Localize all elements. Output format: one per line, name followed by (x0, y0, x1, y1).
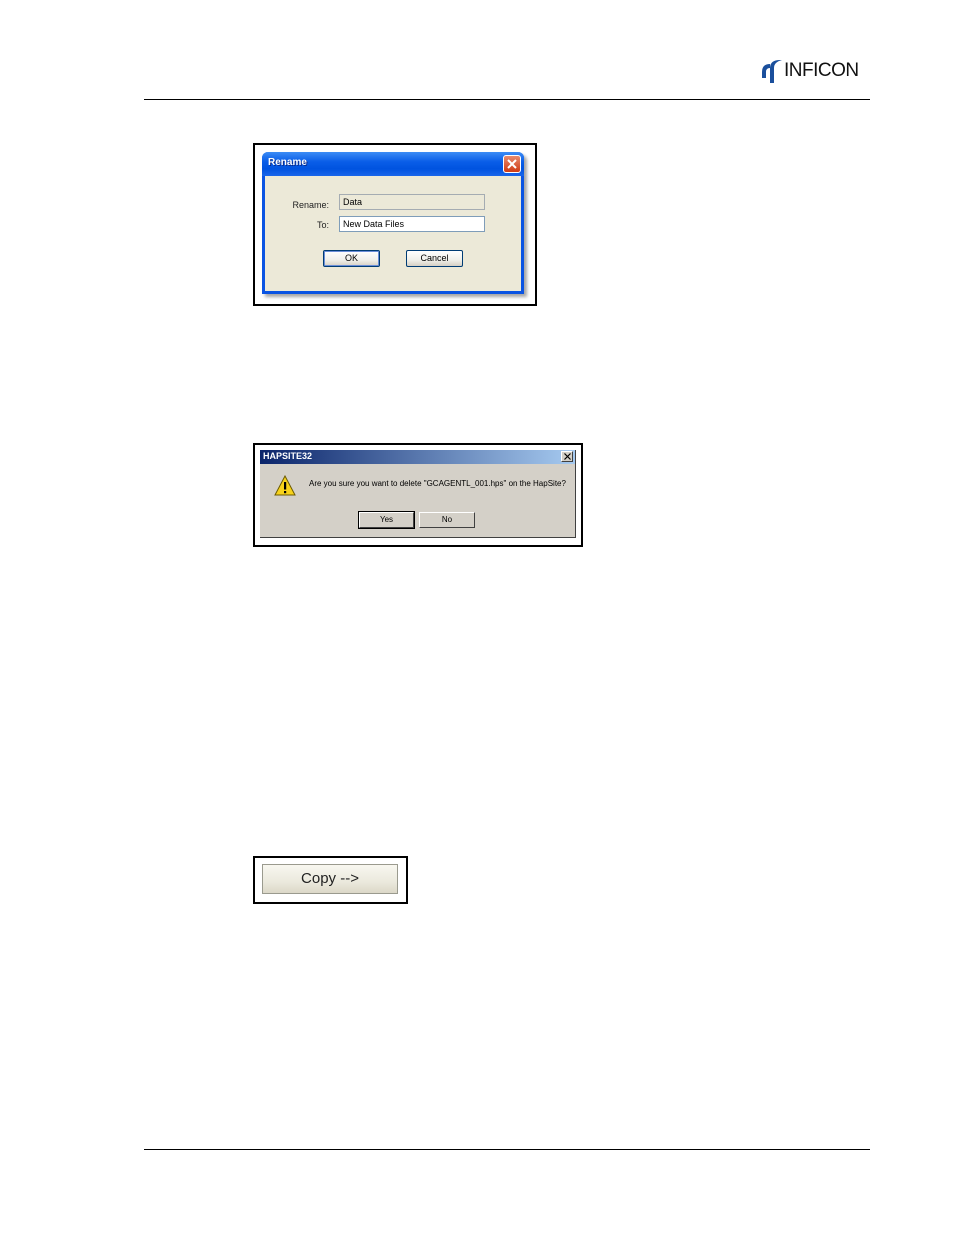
footer-rule (144, 1149, 870, 1150)
copy-button[interactable]: Copy --> (262, 864, 398, 894)
cancel-button[interactable]: Cancel (406, 250, 463, 267)
hapsite-close-button[interactable] (561, 451, 573, 462)
close-icon (564, 453, 571, 460)
hapsite-delete-dialog: HAPSITE32 Are you sure you want to delet… (260, 450, 576, 538)
warning-icon (274, 475, 296, 496)
rename-dialog-title: Rename (268, 157, 307, 168)
inficon-logo-mark-icon (762, 60, 782, 83)
rename-from-field: Data (339, 194, 485, 210)
logo-text: INFICON (784, 60, 859, 81)
hapsite-titlebar[interactable]: HAPSITE32 (260, 450, 575, 464)
delete-confirmation-message: Are you sure you want to delete "GCAGENT… (309, 479, 566, 488)
rename-close-button[interactable] (503, 155, 521, 173)
ok-button[interactable]: OK (323, 250, 380, 267)
rename-dialog: Rename Rename: Data To: New Data Files O… (262, 152, 524, 294)
no-button[interactable]: No (419, 512, 475, 528)
yes-button[interactable]: Yes (358, 511, 415, 529)
close-icon (507, 159, 517, 169)
hapsite-dialog-title: HAPSITE32 (263, 451, 313, 461)
to-label: To: (316, 220, 329, 230)
rename-titlebar[interactable]: Rename (262, 152, 524, 176)
rename-label: Rename: (292, 200, 329, 210)
rename-to-field[interactable]: New Data Files (339, 216, 485, 232)
inficon-logo: INFICON (760, 58, 875, 84)
header-rule (144, 99, 870, 100)
